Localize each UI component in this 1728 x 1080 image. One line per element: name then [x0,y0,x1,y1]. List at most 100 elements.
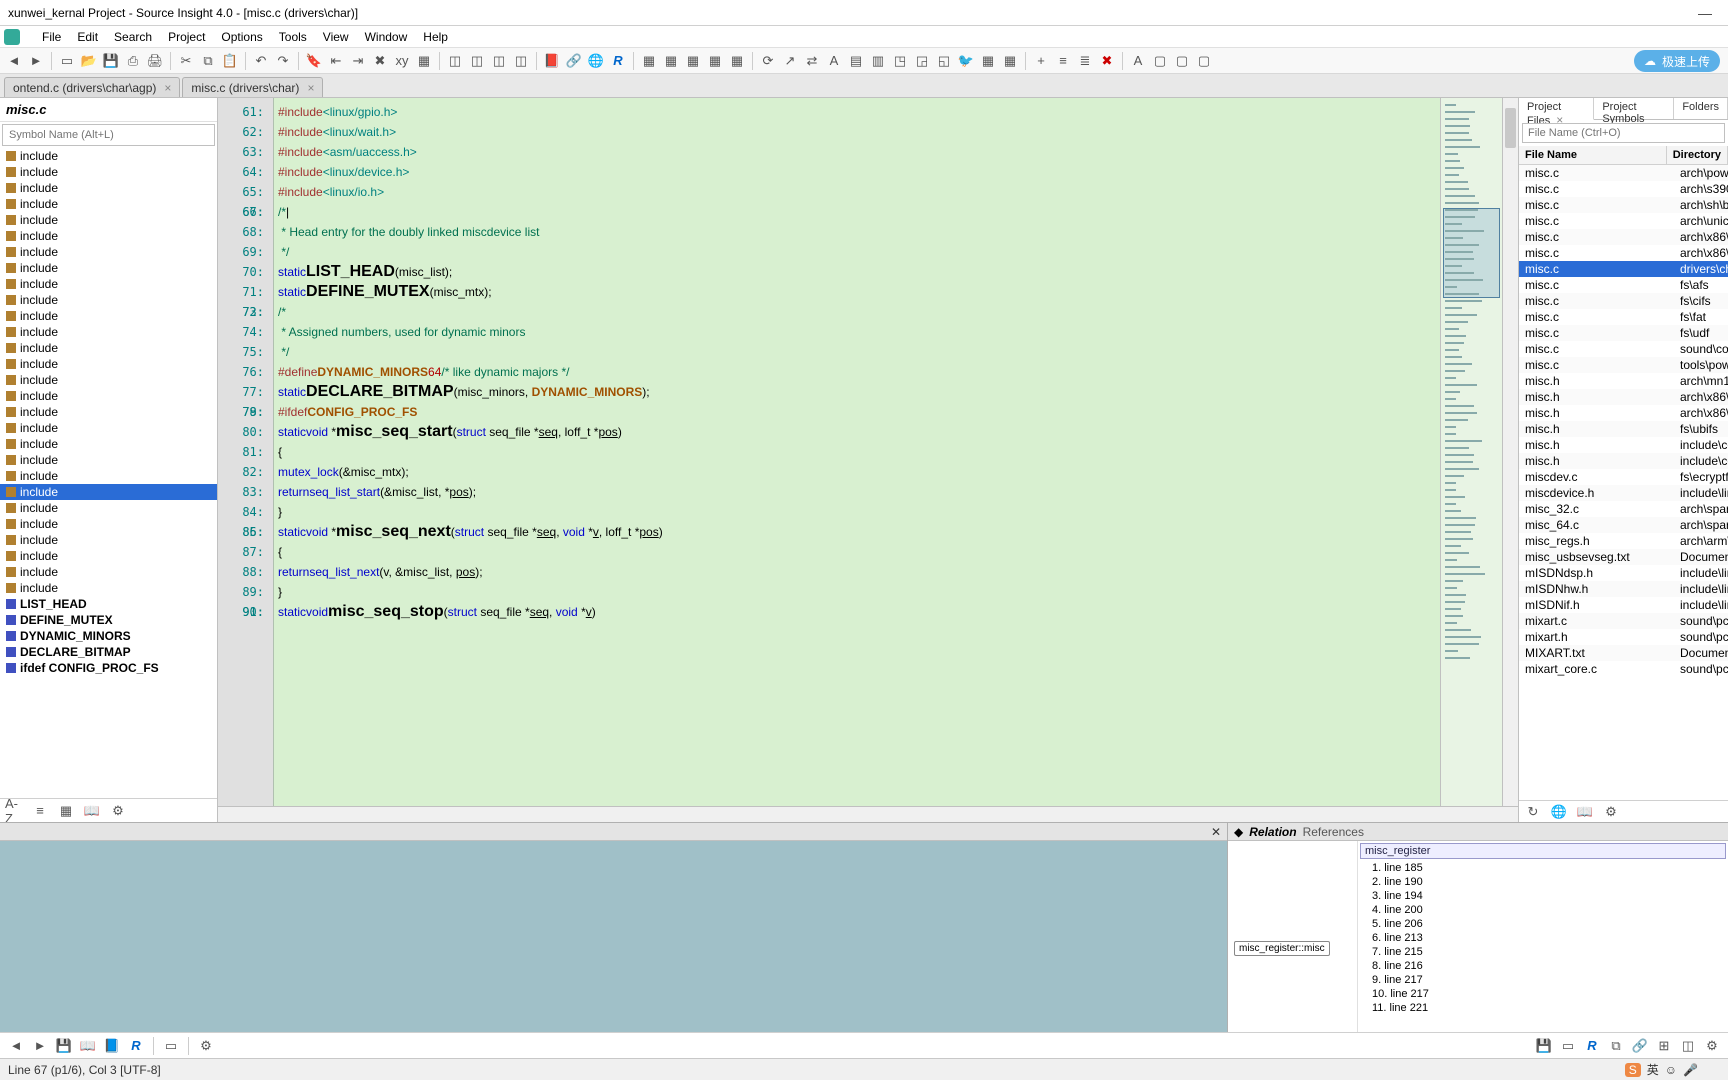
win1-icon[interactable]: ◫ [445,51,465,71]
bookmark-next-icon[interactable]: ⇥ [348,51,368,71]
grid-view-icon[interactable]: ▦ [56,801,76,821]
file-row[interactable]: misc.hfs\ubifs [1519,421,1728,437]
file-row[interactable]: misc.cfs\afs [1519,277,1728,293]
bookmark-clear-icon[interactable]: ✖ [370,51,390,71]
col-filename[interactable]: File Name [1519,146,1667,164]
sort-az-icon[interactable]: A-Z [4,801,24,821]
book-open-icon[interactable]: 📖 [82,801,102,821]
symbol-name-input[interactable] [2,124,215,146]
bookmark-icon[interactable]: 🔖 [304,51,324,71]
close-icon[interactable]: ✕ [1211,825,1221,839]
symbol-item[interactable]: include [0,388,217,404]
relation-line[interactable]: 7. line 215 [1358,945,1728,959]
code-editor[interactable]: 61:#include <linux/gpio.h>62:#include <l… [218,98,1440,806]
file-row[interactable]: misc_32.carch\sparc [1519,501,1728,517]
tab-close-icon[interactable]: × [307,81,314,95]
symbol-item[interactable]: include [0,244,217,260]
list-icon[interactable]: ≡ [1053,51,1073,71]
ref2-icon[interactable]: R [126,1036,146,1056]
menu-tools[interactable]: Tools [271,28,315,46]
nav7-icon[interactable]: ◳ [890,51,910,71]
symbol-item[interactable]: include [0,516,217,532]
boxa-icon[interactable]: A [1128,51,1148,71]
symbol-item[interactable]: include [0,372,217,388]
file-row[interactable]: misc.cfs\fat [1519,309,1728,325]
file-row[interactable]: misc.cdrivers\ch [1519,261,1728,277]
file-row[interactable]: misc.carch\unico [1519,213,1728,229]
refresh-icon[interactable]: ↻ [1523,802,1543,822]
relation-lines[interactable]: misc_register 1. line 1852. line 1903. l… [1358,841,1728,1032]
minimap[interactable] [1440,98,1502,806]
rel-doc-icon[interactable]: ▭ [1558,1036,1578,1056]
symbol-item[interactable]: include [0,324,217,340]
file-row[interactable]: misc_usbsevseg.txtDocument [1519,549,1728,565]
ime-mic-icon[interactable]: 🎤 [1683,1063,1698,1077]
rel-copy-icon[interactable]: ⧉ [1606,1036,1626,1056]
symbol-item[interactable]: DECLARE_BITMAP [0,644,217,660]
relation-line[interactable]: 2. line 190 [1358,875,1728,889]
relation-graph[interactable]: misc_register::misc [1228,841,1358,1032]
file-row[interactable]: mISDNhw.hinclude\lin [1519,581,1728,597]
panel3-icon[interactable]: ▦ [683,51,703,71]
symbol-item[interactable]: include [0,340,217,356]
win3-icon[interactable]: ◫ [489,51,509,71]
relation-line[interactable]: 8. line 216 [1358,959,1728,973]
menu-search[interactable]: Search [106,28,160,46]
symbol-item[interactable]: include [0,548,217,564]
relation-line[interactable]: 10. line 217 [1358,987,1728,1001]
file-row[interactable]: misc.carch\s390\ [1519,181,1728,197]
file-row[interactable]: mISDNdsp.hinclude\lin [1519,565,1728,581]
nav-back-icon[interactable]: ◄ [6,1036,26,1056]
menu-project[interactable]: Project [160,28,213,46]
file-row[interactable]: misc.csound\cor [1519,341,1728,357]
menu-help[interactable]: Help [415,28,456,46]
file-row[interactable]: misc.harch\x86\b [1519,389,1728,405]
file-row[interactable]: misc.carch\x86\li [1519,245,1728,261]
symbol-item[interactable]: include [0,436,217,452]
list2-icon[interactable]: ≣ [1075,51,1095,71]
file-row[interactable]: miscdev.cfs\ecryptfs [1519,469,1728,485]
file-row[interactable]: misc.hinclude\co [1519,453,1728,469]
symbol-item[interactable]: include [0,532,217,548]
gear2-icon[interactable]: ⚙ [1601,802,1621,822]
relation-line[interactable]: 5. line 206 [1358,917,1728,931]
relation-line[interactable]: 4. line 200 [1358,903,1728,917]
boxb-icon[interactable]: ▢ [1150,51,1170,71]
symbol-item[interactable]: include [0,484,217,500]
tab-close-icon[interactable]: × [164,81,171,95]
gear3-icon[interactable]: ⚙ [196,1036,216,1056]
globe2-icon[interactable]: 🌐 [1549,802,1569,822]
print-icon[interactable]: 🖨 [145,51,165,71]
nav9-icon[interactable]: ◱ [934,51,954,71]
symbol-item[interactable]: include [0,164,217,180]
file-row[interactable]: misc.hinclude\co [1519,437,1728,453]
win4-icon[interactable]: ◫ [511,51,531,71]
symbol-item[interactable]: include [0,180,217,196]
vertical-scrollbar[interactable] [1502,98,1518,806]
nav-fwd-icon[interactable]: ► [30,1036,50,1056]
symbol-item[interactable]: DYNAMIC_MINORS [0,628,217,644]
file-row[interactable]: misc.carch\sh\bo [1519,197,1728,213]
symbol-item[interactable]: include [0,468,217,484]
relation-header[interactable]: misc_register [1360,843,1726,859]
symbol-item[interactable]: include [0,308,217,324]
symbol-item[interactable]: include [0,452,217,468]
symbol-item[interactable]: DEFINE_MUTEX [0,612,217,628]
menu-options[interactable]: Options [213,28,270,46]
relation-node[interactable]: misc_register::misc [1234,941,1330,956]
rel-gear-icon[interactable]: ⚙ [1702,1036,1722,1056]
doc-icon[interactable]: ▭ [161,1036,181,1056]
relation-line[interactable]: 11. line 221 [1358,1001,1728,1015]
file-row[interactable]: misc.carch\powe [1519,165,1728,181]
open-file-icon[interactable]: 📂 [79,51,99,71]
window-minimize[interactable]: — [1690,5,1720,21]
rel-ref-icon[interactable]: R [1582,1036,1602,1056]
menu-file[interactable]: File [34,28,69,46]
grid2-icon[interactable]: ▦ [1000,51,1020,71]
symbol-item[interactable]: include [0,212,217,228]
project-tab[interactable]: Project Files × [1519,98,1594,120]
list-view-icon[interactable]: ≡ [30,801,50,821]
ime-indicator[interactable]: S 英 ☺ 🎤 [1625,1061,1698,1078]
file-row[interactable]: mixart_core.csound\pci\ [1519,661,1728,677]
symbol-item[interactable]: ifdef CONFIG_PROC_FS [0,660,217,676]
